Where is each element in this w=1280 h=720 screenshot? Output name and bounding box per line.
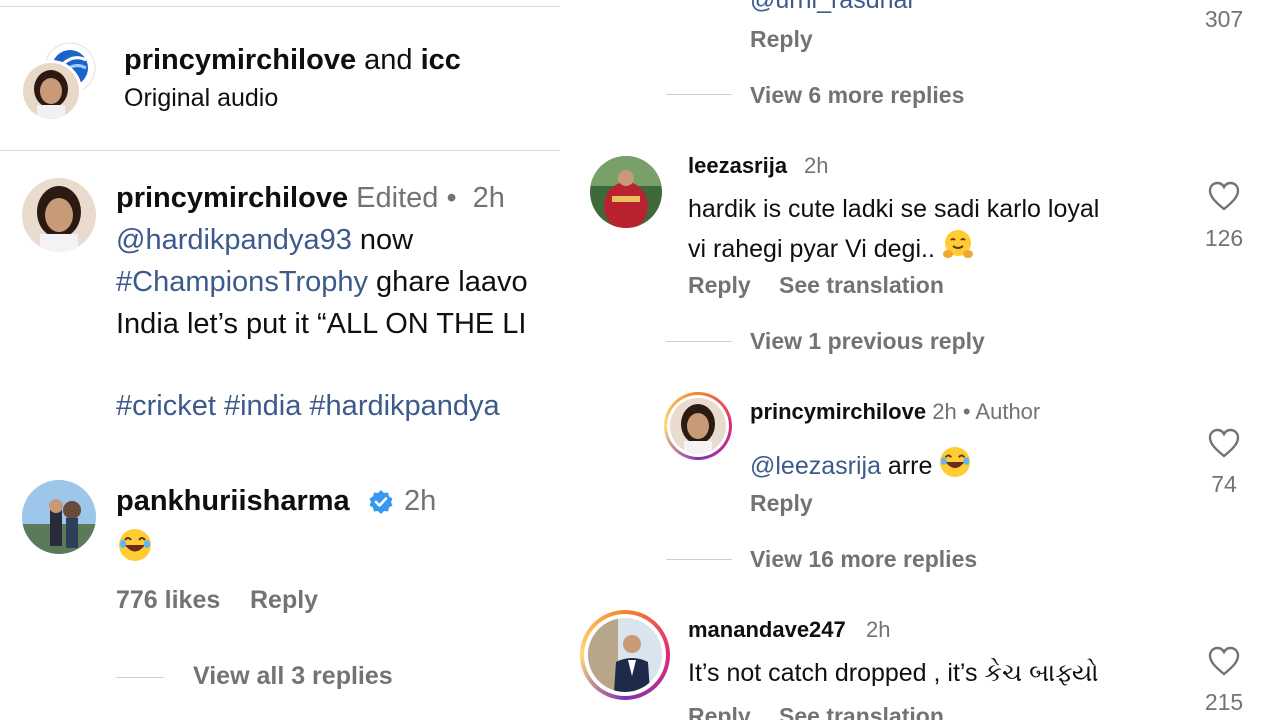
leezasrija-reply-button[interactable]: Reply	[688, 272, 751, 299]
comment-text-leezasrija-line2-text: vi rahegi pyar Vi degi..	[688, 235, 942, 263]
manandave-see-translation-button[interactable]: See translation	[779, 703, 944, 720]
caption-hashtags[interactable]: #cricket #india #hardikpandya	[116, 390, 500, 423]
header-divider	[0, 150, 560, 151]
partial-mention[interactable]: @urni_rasdhar	[750, 0, 916, 15]
header-user-avatar[interactable]	[20, 60, 82, 122]
heart-icon[interactable]	[1208, 181, 1240, 211]
caption-line-1: @hardikpandya93 now	[116, 224, 413, 257]
princy-replies-line	[666, 559, 732, 560]
reply-username-princymirchilove[interactable]: princymirchilove	[750, 399, 926, 424]
caption-mention[interactable]: @hardikpandya93	[116, 224, 352, 256]
comment-reply-button[interactable]: Reply	[250, 586, 318, 615]
manandave-like-count: 215	[1204, 689, 1244, 715]
comment-time-pankhuriisharma: 2h	[404, 485, 437, 517]
princy-like-count: 74	[1211, 471, 1237, 497]
reply-dot: •	[962, 399, 971, 424]
comment-time-leezasrija: 2h	[804, 153, 829, 178]
post-dot: •	[446, 182, 457, 214]
top-replies-line	[666, 94, 732, 95]
replies-line	[116, 677, 164, 678]
comment-avatar-leezasrija[interactable]	[590, 156, 662, 228]
audio-link[interactable]: Original audio	[124, 84, 278, 113]
view-16-more-replies-button[interactable]: View 16 more replies	[750, 546, 977, 573]
leezasrija-like-count: 126	[1204, 225, 1244, 251]
comment-avatar-manandave247[interactable]	[588, 618, 662, 692]
post-author-avatar[interactable]	[22, 178, 96, 252]
caption-line2-rest: ghare laavo	[368, 266, 528, 298]
leezasrija-see-translation-button[interactable]: See translation	[779, 272, 944, 299]
heart-icon[interactable]	[1208, 428, 1240, 458]
header-partner-link[interactable]: icc	[421, 44, 461, 76]
header-and: and	[364, 44, 413, 76]
top-like-count: 307	[1204, 6, 1244, 32]
reply-mention[interactable]: @leezasrija	[750, 452, 881, 480]
heart-icon[interactable]	[1208, 646, 1240, 676]
reply-meta: princymirchilove 2h • Author	[750, 399, 1040, 425]
header-user-link[interactable]: princymirchilove	[124, 44, 356, 76]
laughing-emoji-icon	[940, 446, 971, 478]
comment-username-pankhuriisharma[interactable]: pankhuriisharma	[116, 485, 350, 518]
view-1-previous-reply-button[interactable]: View 1 previous reply	[750, 328, 985, 355]
top-divider	[0, 6, 560, 7]
view-6-more-replies-button[interactable]: View 6 more replies	[750, 82, 964, 109]
caption-line-3: India let’s put it “ALL ON THE LI	[116, 308, 527, 340]
caption-line-2: #ChampionsTrophy ghare laavo	[116, 266, 528, 299]
post-meta: princymirchilove Edited • 2h	[116, 182, 505, 215]
post-time: 2h	[472, 182, 505, 214]
comment-avatar-pankhuriisharma[interactable]	[22, 480, 96, 554]
comment-username-leezasrija[interactable]: leezasrija	[688, 153, 787, 179]
top-reply-button[interactable]: Reply	[750, 26, 813, 53]
comment-username-manandave247[interactable]: manandave247	[688, 617, 846, 643]
comments-panel: @urni_rasdhar Reply 307 View 6 more repl…	[560, 0, 1280, 720]
comment-likes[interactable]: 776 likes	[116, 586, 220, 615]
reply-text: @leezasrija arre	[750, 446, 971, 481]
caption-line1-rest: now	[351, 224, 414, 256]
reply-avatar-princymirchilove[interactable]	[670, 398, 726, 454]
laughing-emoji-icon	[119, 529, 151, 561]
post-panel: princymirchilove and icc Original audio …	[0, 0, 560, 720]
header-title: princymirchilove and icc	[124, 44, 461, 77]
comment-text-manandave247: It’s not catch dropped , it’s કેચ બાફ્યો	[688, 659, 1099, 687]
comment-time-manandave247: 2h	[866, 617, 891, 642]
author-badge: Author	[975, 399, 1041, 424]
comment-text-leezasrija-line2: vi rahegi pyar Vi degi..	[688, 229, 974, 264]
comment-text-leezasrija-line1: hardik is cute ladki se sadi karlo loyal	[688, 195, 1100, 223]
reply-time: 2h	[932, 399, 957, 424]
verified-badge-icon	[369, 490, 393, 514]
leezasrija-replies-line	[666, 341, 732, 342]
caption-hashtag-champions[interactable]: #ChampionsTrophy	[116, 266, 368, 298]
view-all-replies-button[interactable]: View all 3 replies	[193, 662, 393, 691]
princy-reply-button[interactable]: Reply	[750, 490, 813, 517]
reply-text-body: arre	[880, 452, 940, 480]
post-edited: Edited	[356, 182, 439, 214]
hugging-emoji-icon	[942, 230, 973, 258]
post-username[interactable]: princymirchilove	[116, 182, 348, 214]
manandave-reply-button[interactable]: Reply	[688, 703, 751, 720]
